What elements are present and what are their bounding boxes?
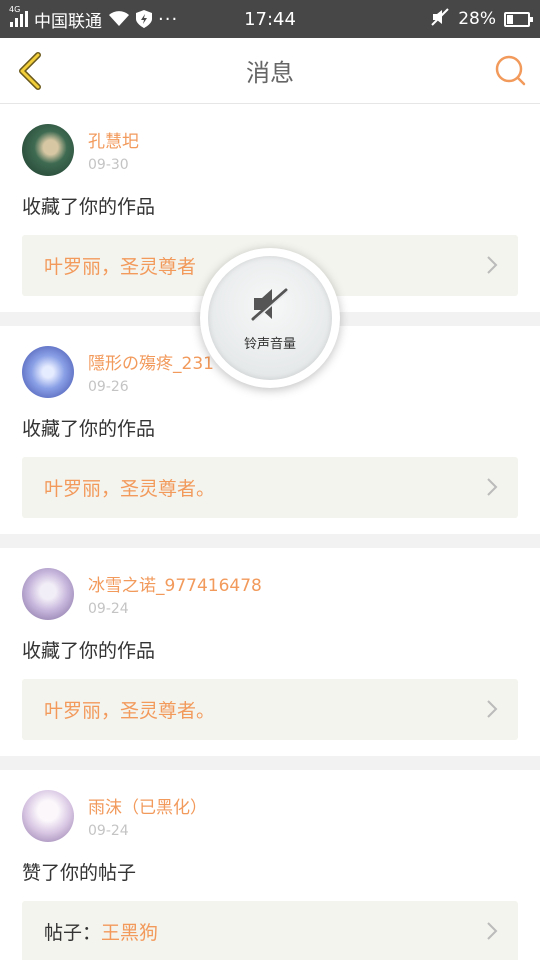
message-action: 收藏了你的作品 (22, 640, 156, 662)
message-action: 收藏了你的作品 (22, 418, 156, 440)
volume-toast: 铃声音量 (200, 248, 340, 388)
message-item: 冰雪之诺_977416478 09-24 收藏了你的作品 叶罗丽，圣灵尊者。 (0, 548, 540, 756)
message-action: 收藏了你的作品 (22, 196, 156, 218)
search-button[interactable] (494, 54, 526, 86)
message-action: 赞了你的帖子 (22, 862, 137, 884)
work-link-card[interactable]: 叶罗丽，圣灵尊者。 (22, 679, 518, 740)
card-title: 王黑狗 (101, 922, 159, 944)
card-prefix: 帖子： (44, 922, 102, 944)
card-title: 叶罗丽，圣灵尊者。 (44, 478, 216, 500)
page-title: 消息 (246, 59, 294, 87)
carrier-label: 中国联通 (34, 11, 102, 32)
message-list: 孔慧圯 09-30 收藏了你的作品 叶罗丽，圣灵尊者 隱形の殤疼_231 09-… (0, 104, 540, 960)
avatar[interactable] (22, 346, 74, 398)
card-title: 叶罗丽，圣灵尊者 (44, 256, 197, 278)
shield-icon (136, 10, 152, 28)
wifi-icon (108, 11, 130, 27)
volume-toast-label: 铃声音量 (243, 336, 296, 352)
status-bar: 4G 中国联通 ··· 17:44 28% (0, 0, 540, 38)
chevron-right-icon (487, 700, 498, 718)
sender-name[interactable]: 隱形の殤疼_231 (88, 349, 214, 374)
sender-name[interactable]: 冰雪之诺_977416478 (88, 571, 262, 596)
network-type-label: 4G (9, 5, 21, 14)
search-icon (495, 55, 526, 86)
mute-icon (430, 7, 450, 31)
avatar[interactable] (22, 568, 74, 620)
more-notifications-icon: ··· (158, 8, 179, 30)
message-date: 09-30 (88, 157, 129, 173)
divider (0, 534, 540, 548)
signal-icon: 4G (9, 5, 28, 27)
avatar[interactable] (22, 124, 74, 176)
back-button[interactable] (14, 51, 48, 91)
post-link-card[interactable]: 帖子：王黑狗 (22, 901, 518, 960)
nav-bar: 消息 (0, 38, 540, 104)
chevron-right-icon (487, 256, 498, 274)
message-date: 09-26 (88, 379, 129, 395)
chevron-right-icon (487, 478, 498, 496)
sender-name[interactable]: 孔慧圯 (88, 127, 139, 152)
speaker-muted-icon (251, 288, 289, 321)
card-title: 叶罗丽，圣灵尊者。 (44, 700, 216, 722)
chevron-left-icon (19, 52, 41, 90)
battery-icon (504, 11, 533, 27)
avatar[interactable] (22, 790, 74, 842)
work-link-card[interactable]: 叶罗丽，圣灵尊者。 (22, 457, 518, 518)
divider (0, 756, 540, 770)
battery-percent: 28% (458, 9, 496, 29)
message-item: 雨沫（已黑化） 09-24 赞了你的帖子 帖子：王黑狗 (0, 770, 540, 960)
chevron-right-icon (487, 922, 498, 940)
sender-name[interactable]: 雨沫（已黑化） (88, 793, 207, 818)
message-date: 09-24 (88, 601, 129, 617)
message-date: 09-24 (88, 823, 129, 839)
